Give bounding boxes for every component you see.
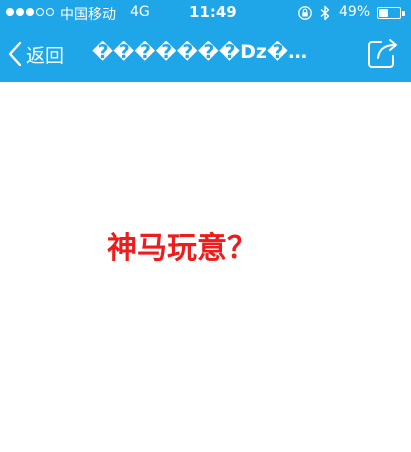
share-icon[interactable] bbox=[366, 38, 400, 70]
status-bar: 中国移动 4G 11:49 49% bbox=[0, 0, 411, 26]
signal-strength-icon bbox=[6, 8, 54, 16]
bluetooth-icon bbox=[320, 5, 330, 21]
status-time: 11:49 bbox=[189, 3, 237, 21]
back-label: 返回 bbox=[26, 44, 65, 67]
navigation-bar: 返回 �������Dz������... bbox=[0, 26, 411, 82]
battery-icon bbox=[377, 7, 405, 19]
signal-dot bbox=[36, 8, 44, 16]
rotation-lock-icon bbox=[298, 6, 312, 20]
signal-dot bbox=[46, 8, 54, 16]
page-content: 神马玩意？ bbox=[0, 82, 411, 452]
carrier-name: 中国移动 bbox=[60, 7, 116, 23]
back-button[interactable]: 返回 bbox=[8, 39, 64, 69]
network-type: 4G bbox=[130, 4, 150, 20]
chevron-left-icon bbox=[8, 41, 22, 67]
signal-dot bbox=[26, 8, 34, 16]
signal-dot bbox=[6, 8, 14, 16]
content-message: 神马玩意？ bbox=[107, 231, 257, 266]
page-title: �������Dz������... bbox=[92, 41, 328, 63]
battery-level-fill bbox=[379, 9, 388, 17]
battery-tip bbox=[402, 11, 405, 16]
battery-percent: 49% bbox=[339, 4, 371, 20]
signal-dot bbox=[16, 8, 24, 16]
top-bar: 中国移动 4G 11:49 49% 返回 �������Dz������... bbox=[0, 0, 411, 82]
